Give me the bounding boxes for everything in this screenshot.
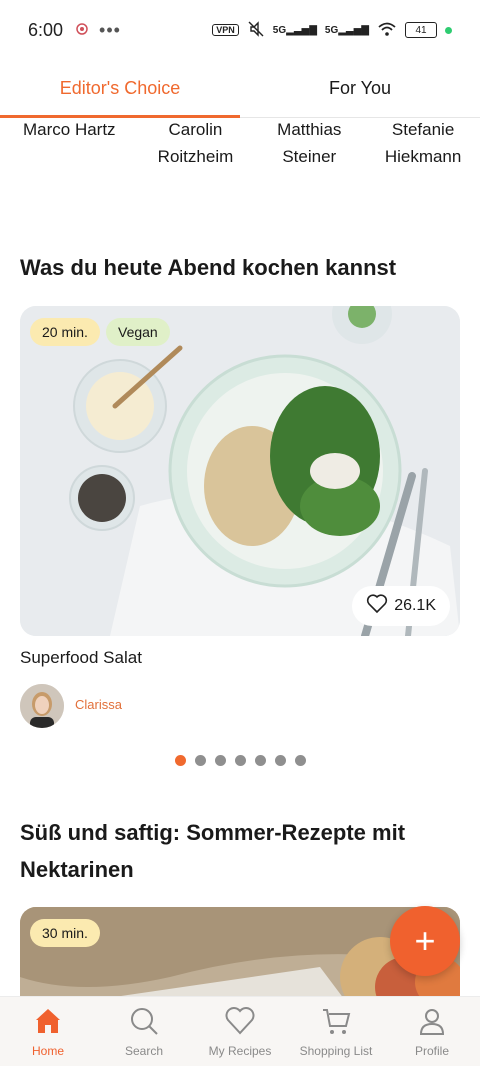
tab-editors-choice[interactable]: Editor's Choice <box>0 60 240 118</box>
tab-for-you[interactable]: For You <box>240 60 480 117</box>
author-item[interactable]: Carolin Roitzheim <box>139 116 253 176</box>
carousel-dot[interactable] <box>294 755 306 766</box>
recipe-card-image[interactable]: 20 min. Vegan 26.1K <box>20 306 460 636</box>
app-notification-icon <box>75 22 89 39</box>
nav-my-recipes[interactable]: My Recipes <box>192 997 288 1066</box>
like-button[interactable]: 26.1K <box>352 586 450 626</box>
nav-search[interactable]: Search <box>96 997 192 1066</box>
top-tabs: Editor's Choice For You <box>0 60 480 118</box>
more-notifications-icon: ••• <box>99 19 121 40</box>
signal-icon-1: 5G▂▃▅▇ <box>272 24 317 36</box>
heart-icon <box>224 1005 256 1040</box>
cart-icon <box>320 1005 352 1040</box>
author-item[interactable]: Marco Hartz <box>0 116 139 176</box>
wifi-icon <box>377 21 397 40</box>
profile-icon <box>416 1005 448 1040</box>
nav-profile[interactable]: Profile <box>384 997 480 1066</box>
vpn-icon: VPN <box>212 24 239 36</box>
mute-icon <box>247 20 265 40</box>
like-count: 26.1K <box>394 597 436 614</box>
bottom-navigation: Home Search My Recipes Shopping List Pro… <box>0 996 480 1066</box>
carousel-dot[interactable] <box>174 755 186 766</box>
recipe-title[interactable]: Superfood Salat <box>20 648 142 668</box>
add-recipe-button[interactable]: + <box>390 906 460 976</box>
author-avatar[interactable] <box>20 684 64 728</box>
carousel-dot[interactable] <box>274 755 286 766</box>
carousel-dots <box>0 755 480 766</box>
section-title: Süß und saftig: Sommer-Rezepte mit Nekta… <box>20 820 406 882</box>
author-item[interactable]: Stefanie Hiekmann <box>366 116 480 176</box>
home-icon <box>32 1005 64 1040</box>
clock: 6:00 <box>28 19 64 40</box>
nav-shopping-list[interactable]: Shopping List <box>288 997 384 1066</box>
status-bar: 6:00 ••• VPN 5G▂▃▅▇ 5G▂▃▅▇ 41 <box>0 0 480 60</box>
authors-row: Marco Hartz Carolin Roitzheim Matthias S… <box>0 116 480 176</box>
search-icon <box>128 1005 160 1040</box>
nav-home[interactable]: Home <box>0 997 96 1066</box>
privacy-indicator-dot <box>445 26 452 34</box>
cook-time-badge: 30 min. <box>30 919 100 947</box>
author-name[interactable]: Clarissa <box>75 697 122 712</box>
author-item[interactable]: Matthias Steiner <box>252 116 366 176</box>
battery-icon: 41 <box>405 22 437 38</box>
carousel-dot[interactable] <box>234 755 246 766</box>
carousel-dot[interactable] <box>194 755 206 766</box>
carousel-dot[interactable] <box>254 755 266 766</box>
cook-time-badge: 20 min. <box>30 318 100 346</box>
signal-icon-2: 5G▂▃▅▇ <box>324 24 369 36</box>
carousel-dot[interactable] <box>214 755 226 766</box>
plus-icon: + <box>414 920 436 961</box>
section-title: Was du heute Abend kochen kannst <box>20 255 397 280</box>
heart-icon <box>366 593 388 619</box>
vegan-badge: Vegan <box>106 318 170 346</box>
